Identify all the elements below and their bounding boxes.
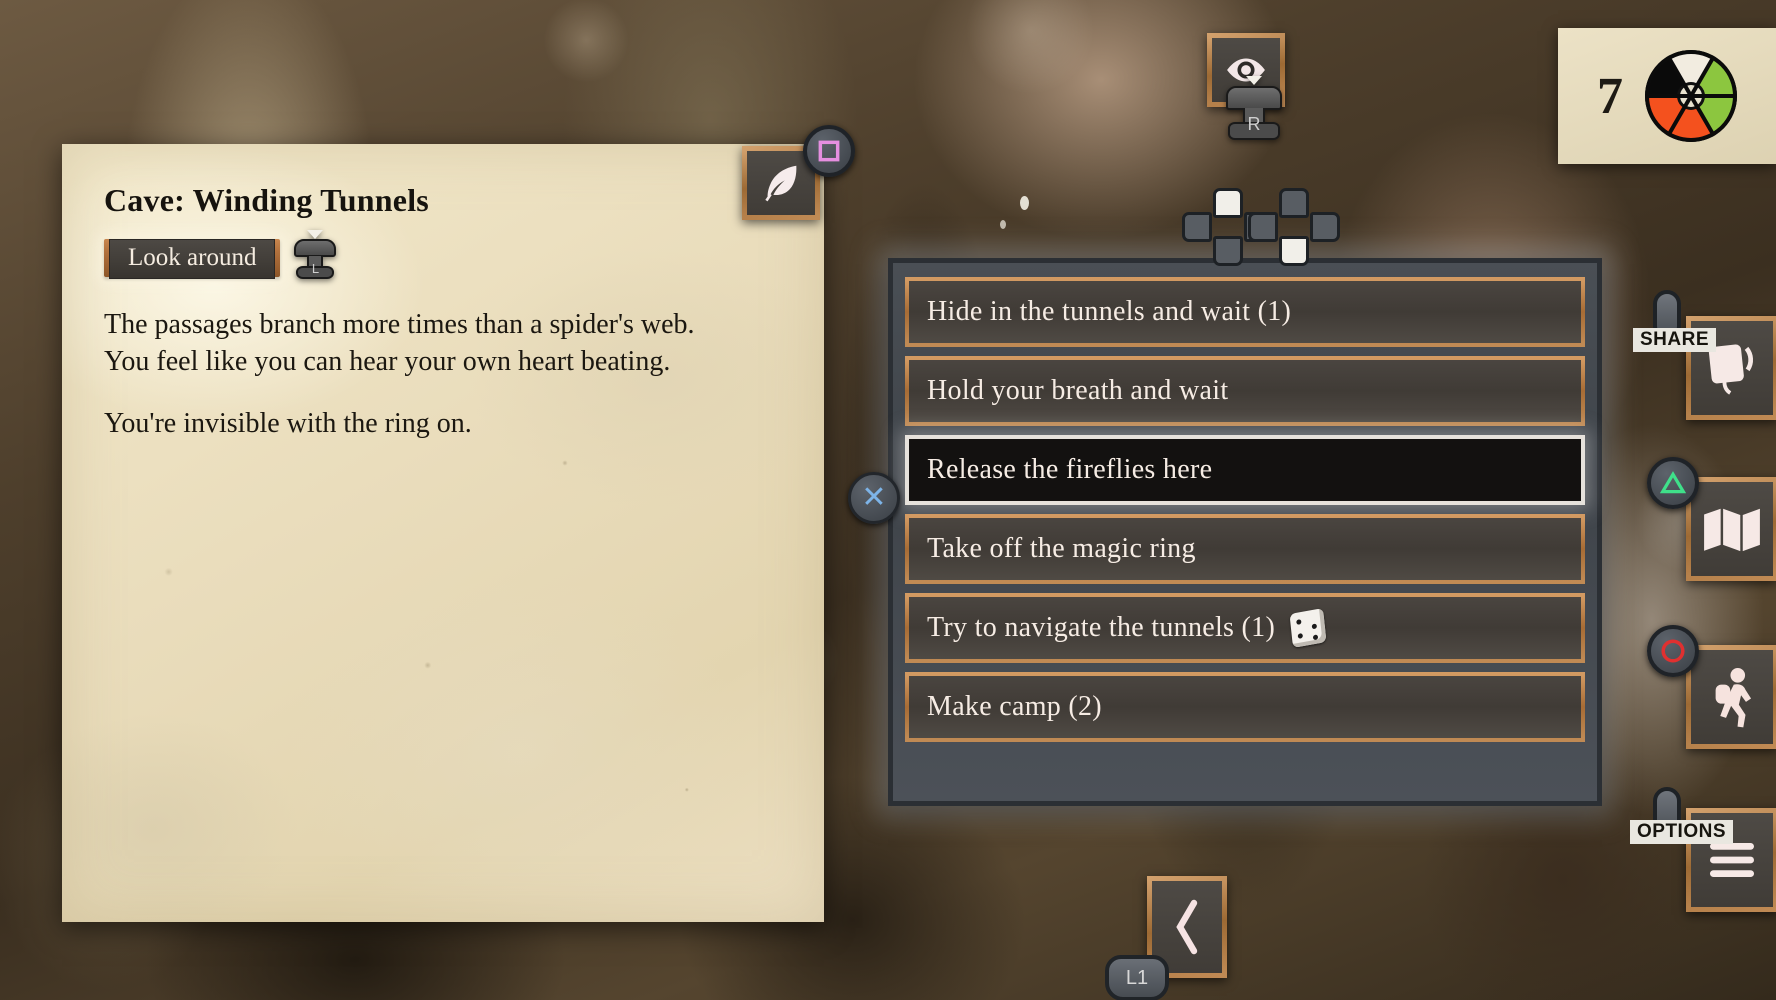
dust-speck (1000, 220, 1006, 229)
square-icon (818, 140, 840, 162)
choice-option[interactable]: Take off the magic ring (905, 514, 1585, 584)
map-button[interactable] (1686, 477, 1776, 581)
status-wheel-icon (1645, 50, 1737, 142)
left-stick-label: L (311, 261, 320, 276)
choice-option[interactable]: Release the fireflies here (905, 435, 1585, 505)
choice-option[interactable]: Hold your breath and wait (905, 356, 1585, 426)
dust-speck (1020, 196, 1029, 210)
dpad-right-arrow[interactable] (1310, 212, 1340, 242)
page-title: Cave: Winding Tunnels (104, 182, 429, 218)
choice-option[interactable]: Make camp (2) (905, 672, 1585, 742)
story-parchment: Cave: Winding Tunnels Look around L The … (62, 144, 824, 922)
choice-option-label: Release the fireflies here (927, 454, 1213, 485)
dpad-down[interactable] (1279, 236, 1309, 266)
right-stick-label: R (1247, 114, 1261, 134)
choice-option-label: Make camp (2) (927, 691, 1102, 722)
right-stick-hint-icon: R (1223, 76, 1285, 142)
circle-icon (1661, 639, 1685, 663)
triangle-icon (1660, 471, 1686, 494)
dice-roll-icon (1289, 608, 1327, 648)
choice-option-label: Try to navigate the tunnels (1) (927, 612, 1276, 643)
left-stick-hint-icon: L (292, 230, 338, 281)
choice-option-label: Take off the magic ring (927, 533, 1196, 564)
status-count: 7 (1597, 67, 1623, 125)
look-around-button[interactable]: Look around (104, 239, 281, 279)
dpad-down[interactable] (1213, 236, 1243, 266)
choice-option[interactable]: Try to navigate the tunnels (1) (905, 593, 1585, 663)
choice-option-label: Hide in the tunnels and wait (1) (927, 296, 1292, 327)
story-paragraph: You're invisible with the ring on. (104, 408, 472, 440)
dpad-left-arrow[interactable] (1248, 212, 1278, 242)
dpad-right[interactable] (1246, 188, 1342, 266)
dpad-up[interactable] (1279, 188, 1309, 218)
circle-button[interactable] (1647, 625, 1699, 677)
share-label: SHARE (1633, 328, 1717, 352)
choice-menu: Hide in the tunnels and wait (1) Hold you… (888, 258, 1602, 806)
dpad-up[interactable] (1213, 188, 1243, 218)
action-row: Look around L (104, 230, 782, 281)
choice-option-label: Hold your breath and wait (927, 375, 1229, 406)
status-wheel-spoke (1691, 94, 1737, 98)
hiker-icon (1715, 667, 1752, 728)
choice-option[interactable]: Hide in the tunnels and wait (1) (905, 277, 1585, 347)
l1-bumper-button[interactable]: L1 (1105, 955, 1169, 1000)
square-button[interactable] (803, 125, 855, 177)
close-icon: ✕ (861, 481, 887, 514)
look-around-label: Look around (109, 239, 276, 279)
dpad-left-arrow[interactable] (1182, 212, 1212, 242)
l1-label: L1 (1125, 966, 1149, 989)
close-menu-button[interactable]: ✕ (848, 472, 900, 524)
travel-button[interactable] (1686, 645, 1776, 749)
triangle-button[interactable] (1647, 457, 1699, 509)
status-hud: 7 (1558, 28, 1776, 164)
menu-icon (1710, 843, 1754, 877)
options-label: OPTIONS (1630, 820, 1734, 844)
status-wheel-spoke (1645, 94, 1691, 98)
chevron-left-icon (1176, 899, 1198, 955)
story-paragraph: The passages branch more times than a sp… (104, 309, 695, 377)
map-icon (1704, 508, 1760, 552)
